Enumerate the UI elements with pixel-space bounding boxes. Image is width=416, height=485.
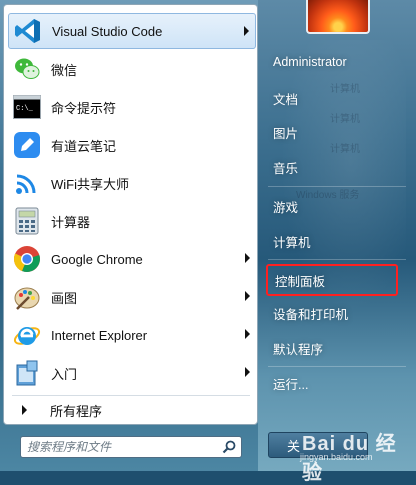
programs-pane: Visual Studio Code 微信 C:\_ 命令提示符 有道云笔记 W…: [3, 4, 258, 425]
all-programs-button[interactable]: 所有程序: [8, 397, 256, 423]
user-avatar[interactable]: [306, 0, 370, 34]
program-label: Google Chrome: [51, 251, 143, 267]
games-link[interactable]: 游戏: [266, 192, 406, 220]
separator: [268, 366, 406, 367]
chrome-icon: [12, 244, 42, 274]
program-label: WiFi共享大师: [51, 176, 129, 192]
program-item-internet-explorer[interactable]: Internet Explorer: [8, 317, 256, 353]
youdao-note-icon: [12, 130, 42, 160]
right-item-label: Administrator: [273, 55, 347, 69]
right-item-label: 图片: [273, 126, 299, 141]
program-label: 画图: [51, 290, 78, 306]
devices-printers-link[interactable]: 设备和打印机: [266, 299, 406, 327]
paint-icon: [12, 282, 42, 312]
right-item-label: 设备和打印机: [273, 307, 349, 322]
separator: [268, 186, 406, 187]
program-item-getting-started[interactable]: 入门: [8, 355, 256, 391]
computer-link[interactable]: 计算机: [266, 227, 406, 255]
program-label: Visual Studio Code: [52, 23, 163, 39]
calculator-icon: [12, 206, 42, 236]
cmd-prompt-text: C:\_: [16, 105, 34, 113]
program-item-chrome[interactable]: Google Chrome: [8, 241, 256, 277]
run-link[interactable]: 运行...: [266, 369, 406, 397]
program-item-youdao-note[interactable]: 有道云笔记: [8, 127, 256, 163]
submenu-arrow-icon[interactable]: [245, 329, 250, 339]
right-item-label: 运行...: [273, 377, 309, 392]
watermark-url: jingyan.baidu.com: [300, 452, 373, 462]
program-label: 计算器: [51, 214, 91, 230]
program-label: 有道云笔记: [51, 138, 117, 154]
internet-explorer-icon: [12, 320, 42, 350]
getting-started-icon: [12, 358, 42, 388]
wechat-icon: [12, 54, 42, 84]
right-item-label: 游戏: [273, 200, 299, 215]
program-label: 微信: [51, 62, 78, 78]
search-input[interactable]: [27, 439, 215, 455]
right-item-label: 音乐: [273, 161, 299, 176]
right-item-label: 默认程序: [273, 342, 324, 357]
program-item-calculator[interactable]: 计算器: [8, 203, 256, 239]
expand-arrow-icon: [22, 405, 27, 415]
program-item-command-prompt[interactable]: C:\_ 命令提示符: [8, 89, 256, 125]
default-programs-link[interactable]: 默认程序: [266, 334, 406, 362]
program-item-wifi-share[interactable]: WiFi共享大师: [8, 165, 256, 201]
documents-link[interactable]: 文档: [266, 84, 406, 112]
control-panel-link[interactable]: 控制面板: [266, 264, 398, 296]
program-label: 命令提示符: [51, 100, 117, 116]
program-label: 入门: [51, 366, 78, 382]
separator: [12, 395, 250, 396]
submenu-arrow-icon[interactable]: [245, 291, 250, 301]
music-link[interactable]: 音乐: [266, 153, 406, 181]
wifi-share-icon: [12, 168, 42, 198]
search-box[interactable]: [20, 436, 242, 458]
baidu-watermark: Bai du 经验 jingyan.baidu.com: [296, 425, 412, 484]
program-item-wechat[interactable]: 微信: [8, 51, 256, 87]
program-label: Internet Explorer: [51, 327, 148, 343]
separator: [268, 259, 406, 260]
right-item-label: 计算机: [273, 235, 311, 250]
pictures-link[interactable]: 图片: [266, 118, 406, 146]
all-programs-label: 所有程序: [50, 403, 103, 419]
user-name-link[interactable]: Administrator: [266, 48, 406, 76]
submenu-arrow-icon[interactable]: [245, 253, 250, 263]
program-item-paint[interactable]: 画图: [8, 279, 256, 315]
program-item-vscode[interactable]: Visual Studio Code: [8, 13, 256, 49]
command-prompt-icon: C:\_: [12, 92, 42, 122]
vscode-icon: [13, 16, 43, 46]
submenu-arrow-icon[interactable]: [245, 367, 250, 377]
search-icon[interactable]: [222, 440, 236, 454]
right-item-label: 文档: [273, 92, 299, 107]
submenu-arrow-icon[interactable]: [244, 26, 249, 36]
right-item-label: 控制面板: [275, 274, 326, 289]
